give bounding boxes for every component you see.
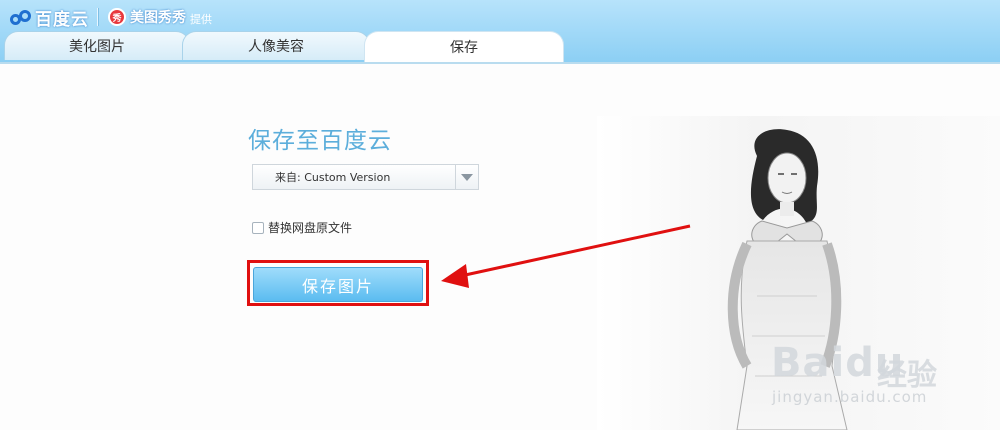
- replace-file-label: 替换网盘原文件: [268, 221, 353, 235]
- brand-area: 百度云 秀 美图秀秀 提供: [10, 5, 212, 30]
- partner-suffix: 提供: [190, 12, 212, 26]
- brand-divider: [97, 8, 98, 26]
- tab-save[interactable]: 保存: [364, 31, 564, 62]
- page-title: 保存至百度云: [248, 128, 392, 154]
- meitu-logo-icon: 秀: [108, 8, 126, 26]
- tab-portrait[interactable]: 人像美容: [182, 31, 370, 60]
- tab-beautify[interactable]: 美化图片: [4, 31, 190, 60]
- watermark-url: jingyan.baidu.com: [772, 388, 928, 406]
- chevron-down-icon[interactable]: [455, 165, 478, 189]
- version-select-value: 来自: Custom Version: [275, 171, 391, 184]
- header-bar: 百度云 秀 美图秀秀 提供 美化图片 人像美容 保存: [0, 0, 1000, 64]
- save-image-button[interactable]: 保存图片: [253, 267, 423, 302]
- partner-name: 美图秀秀: [130, 10, 186, 26]
- version-select[interactable]: 来自: Custom Version: [252, 164, 479, 190]
- replace-file-checkbox[interactable]: [252, 221, 264, 234]
- baidu-cloud-icon: [10, 8, 32, 26]
- replace-file-option[interactable]: 替换网盘原文件: [252, 219, 352, 236]
- brand-name: 百度云: [35, 9, 89, 30]
- baidu-cloud-logo[interactable]: 百度云: [10, 5, 89, 30]
